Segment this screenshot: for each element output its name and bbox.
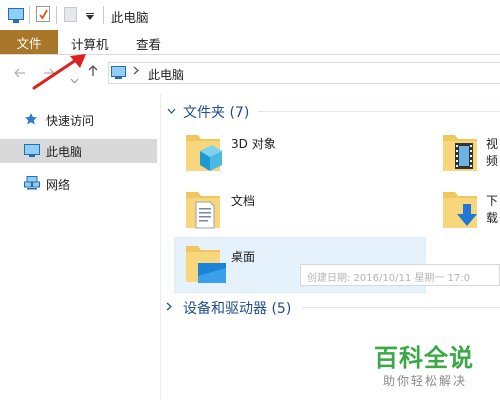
group-divider <box>258 111 500 112</box>
computer-icon-stand <box>115 77 122 79</box>
properties-icon[interactable] <box>36 6 50 22</box>
network-icon <box>24 176 40 193</box>
chevron-down-icon[interactable] <box>86 10 94 24</box>
sidebar-divider <box>160 94 161 400</box>
toolbar-divider <box>56 6 57 24</box>
computer-icon <box>24 144 40 161</box>
toolbar-divider <box>103 6 104 24</box>
watermark-subtitle: 助你轻松解决 <box>383 374 468 388</box>
tab-view[interactable]: 查看 <box>136 34 161 53</box>
breadcrumb-chevron-icon[interactable] <box>133 65 139 78</box>
sidebar-item-label: 快速访问 <box>46 114 95 128</box>
computer-icon <box>8 8 24 20</box>
computer-icon <box>111 66 126 77</box>
folder-label-desktop[interactable]: 桌面 <box>231 248 255 265</box>
folder-label-downloads[interactable]: 下载 <box>486 192 500 226</box>
sidebar-item-quick-access[interactable]: 快速访问 <box>0 108 157 132</box>
desktop-folder-icon[interactable] <box>184 240 228 289</box>
sidebar-item-label: 此电脑 <box>46 145 83 159</box>
sidebar-item-this-pc[interactable]: 此电脑 <box>0 139 157 163</box>
group-divider <box>302 307 500 308</box>
breadcrumb-this-pc[interactable]: 此电脑 <box>148 66 184 83</box>
back-arrow-icon[interactable] <box>14 66 26 82</box>
window-title: 此电脑 <box>111 10 149 25</box>
annotation-arrow-icon <box>26 44 96 97</box>
group-expand-chevron-icon[interactable] <box>166 301 172 314</box>
folder-label-videos[interactable]: 视频 <box>486 135 500 169</box>
downloads-folder-icon[interactable] <box>441 186 481 235</box>
folders-group-title[interactable]: 文件夹 (7) <box>183 102 249 122</box>
star-icon <box>24 112 38 129</box>
folder-label-3d-objects[interactable]: 3D 对象 <box>231 135 276 152</box>
videos-folder-icon[interactable] <box>441 129 481 178</box>
devices-group-title[interactable]: 设备和驱动器 (5) <box>183 298 291 318</box>
documents-folder-icon[interactable] <box>184 186 224 235</box>
item-tooltip: 创建日期: 2016/10/11 星期一 17:0 <box>300 264 500 286</box>
group-collapse-chevron-icon[interactable] <box>167 104 176 117</box>
watermark-logo: 百科全说 <box>374 344 474 372</box>
computer-icon-stand <box>13 20 19 23</box>
3d-objects-folder-icon[interactable] <box>184 129 224 178</box>
new-folder-icon[interactable] <box>64 7 77 22</box>
sidebar-item-network[interactable]: 网络 <box>0 172 157 196</box>
folder-label-documents[interactable]: 文档 <box>231 192 255 209</box>
toolbar-divider <box>29 6 30 24</box>
sidebar-item-label: 网络 <box>46 178 71 192</box>
